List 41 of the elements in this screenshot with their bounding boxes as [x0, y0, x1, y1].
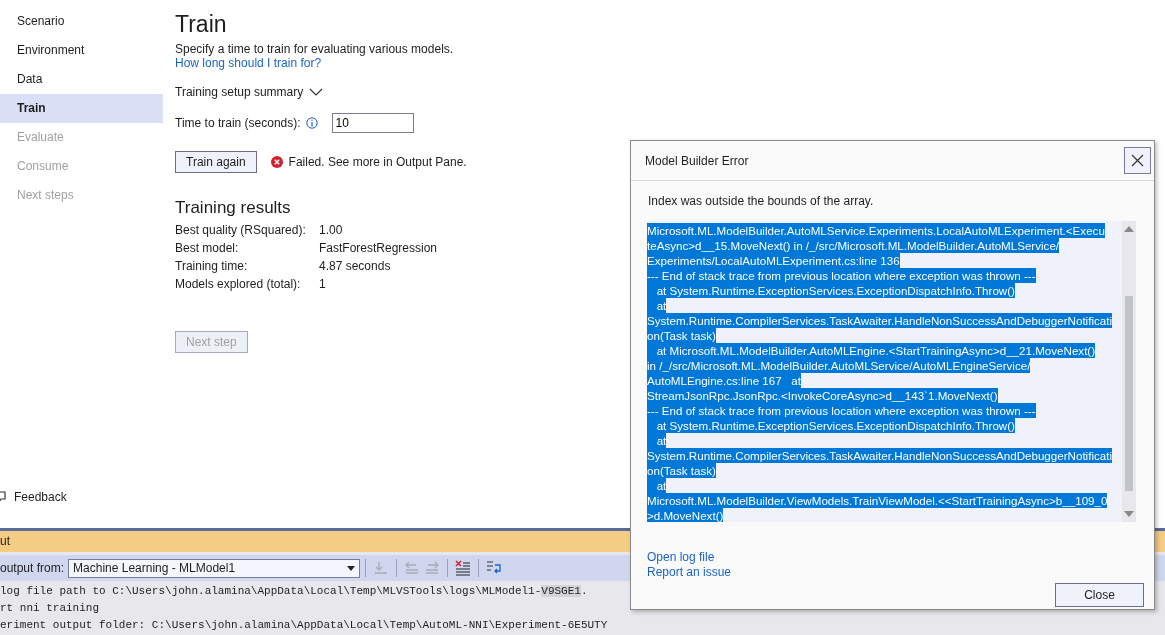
help-link[interactable]: How long should I train for?: [175, 56, 322, 70]
dialog-title: Model Builder Error: [645, 153, 749, 168]
result-label: Models explored (total):: [175, 277, 302, 291]
result-value: 1.00: [319, 223, 344, 237]
chevron-icon[interactable]: [309, 87, 324, 97]
section-title: Training results: [175, 197, 292, 219]
close-button[interactable]: Close: [1055, 583, 1144, 607]
feedback-icon: [0, 490, 8, 504]
error-message: Index was outside the bounds of the array.: [648, 194, 875, 208]
summary-label: Training setup summary: [175, 85, 304, 99]
page-title: Train: [175, 10, 228, 38]
field-label: Time to train (seconds):: [175, 116, 301, 130]
error-icon: [270, 156, 283, 168]
status-message: Failed. See more in Output Pane.: [288, 155, 467, 169]
result-value: 4.87 seconds: [319, 259, 392, 273]
sidebar-item[interactable]: Environment: [0, 36, 163, 65]
caret-icon[interactable]: [347, 565, 356, 571]
description: Specify a time to train for evaluating various models.: [175, 42, 455, 56]
scrollbar[interactable]: [1122, 221, 1136, 522]
output-source-label: output from:: [0, 561, 65, 575]
dialog-link[interactable]: Open log file: [647, 550, 715, 565]
train-again-button[interactable]: Train again: [175, 151, 257, 173]
scroll-up-icon[interactable]: [1124, 226, 1134, 232]
output-line: log file path to C:\Users\john.alamina\AppData\Local\Temp\MLVSTools\logs\MLModel1-V9SGE1.: [0, 584, 588, 599]
feedback-link[interactable]: Feedback: [14, 490, 67, 504]
sidebar-item[interactable]: Scenario: [0, 7, 163, 36]
sidebar-item[interactable]: Data: [0, 65, 163, 94]
info-icon[interactable]: [305, 117, 318, 129]
input-field[interactable]: 10: [331, 113, 414, 133]
dialog-link[interactable]: Report an issue: [647, 565, 732, 580]
close-icon[interactable]: [1124, 147, 1151, 174]
result-label: Best model:: [175, 241, 240, 255]
result-label: Best quality (RSquared):: [175, 223, 307, 237]
output-line: eriment output folder: C:\Users\john.alamina\AppData\Local\Temp\AutoML-NNI\Experiment-6E5UTY: [0, 618, 608, 633]
scroll-down-icon[interactable]: [1124, 511, 1134, 517]
result-value: 1: [319, 277, 327, 291]
sidebar-item[interactable]: Train: [0, 94, 163, 123]
result-label: Training time:: [175, 259, 249, 273]
output-source-dropdown[interactable]: Machine Learning - MLModel1: [68, 558, 361, 578]
result-value: FastForestRegression: [319, 241, 439, 255]
output-line: rt nni training: [0, 601, 100, 616]
